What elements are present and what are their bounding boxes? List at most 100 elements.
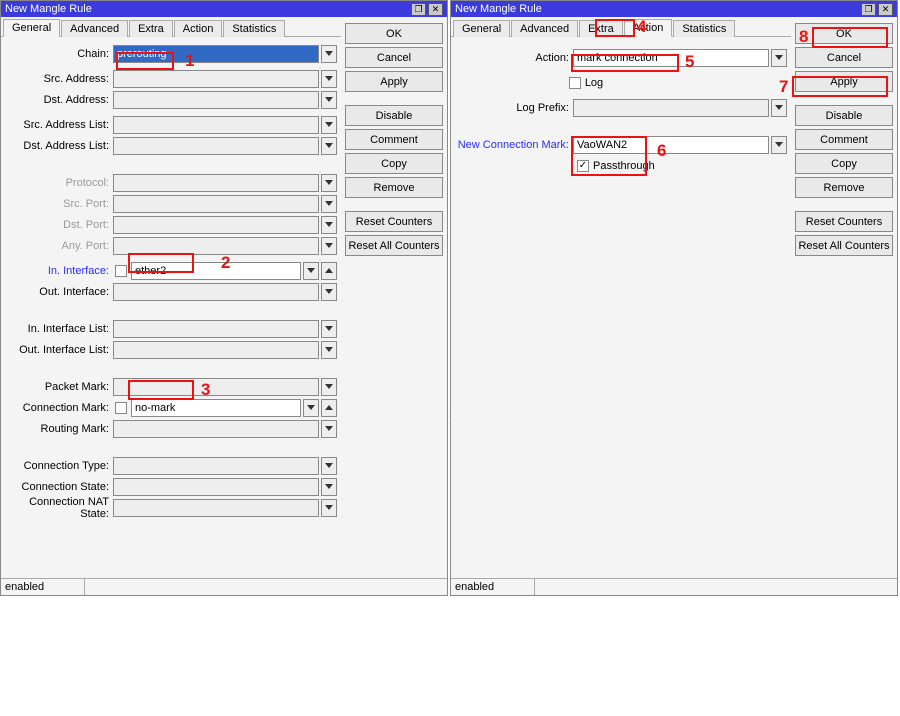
tab-general[interactable]: General (3, 19, 60, 37)
new-connection-mark-dropdown[interactable] (771, 136, 787, 154)
tab-action[interactable]: Action (174, 20, 223, 37)
in-interface-collapse[interactable] (321, 262, 337, 280)
reset-all-counters-button[interactable]: Reset All Counters (345, 235, 443, 256)
label-connection-mark: Connection Mark: (5, 402, 113, 414)
titlebar[interactable]: New Mangle Rule ❐ ✕ (451, 1, 897, 17)
tab-statistics[interactable]: Statistics (223, 20, 285, 37)
log-checkbox[interactable] (569, 77, 581, 89)
label-action: Action: (455, 52, 573, 64)
connection-state-expand[interactable] (321, 478, 337, 496)
label-connection-type: Connection Type: (5, 460, 113, 472)
connection-mark-collapse[interactable] (321, 399, 337, 417)
connection-mark-dropdown[interactable] (303, 399, 319, 417)
in-interface-dropdown[interactable] (303, 262, 319, 280)
dst-port-expand[interactable] (321, 216, 337, 234)
protocol-expand[interactable] (321, 174, 337, 192)
label-packet-mark: Packet Mark: (5, 381, 113, 393)
tab-advanced[interactable]: Advanced (511, 20, 578, 37)
label-out-interface-list: Out. Interface List: (5, 344, 113, 356)
reset-all-counters-button[interactable]: Reset All Counters (795, 235, 893, 256)
connection-nat-state-expand[interactable] (321, 499, 337, 517)
close-button[interactable]: ✕ (428, 3, 443, 16)
input-connection-nat-state[interactable] (113, 499, 319, 517)
input-chain[interactable]: prerouting (113, 45, 319, 63)
connection-type-expand[interactable] (321, 457, 337, 475)
restore-button[interactable]: ❐ (861, 3, 876, 16)
out-interface-list-expand[interactable] (321, 341, 337, 359)
tab-general[interactable]: General (453, 20, 510, 37)
tabs: General Advanced Extra Action Statistics (1, 17, 341, 37)
tab-extra[interactable]: Extra (129, 20, 173, 37)
comment-button[interactable]: Comment (345, 129, 443, 150)
input-in-interface[interactable]: ether2 (131, 262, 301, 280)
any-port-expand[interactable] (321, 237, 337, 255)
ok-button[interactable]: OK (795, 23, 893, 44)
input-new-connection-mark[interactable]: VaoWAN2 (573, 136, 769, 154)
input-connection-state[interactable] (113, 478, 319, 496)
form-general: Chain: prerouting Src. Address: Dst. Add… (1, 37, 341, 578)
input-in-interface-list[interactable] (113, 320, 319, 338)
action-dropdown[interactable] (771, 49, 787, 67)
disable-button[interactable]: Disable (345, 105, 443, 126)
reset-counters-button[interactable]: Reset Counters (345, 211, 443, 232)
src-port-expand[interactable] (321, 195, 337, 213)
tab-statistics[interactable]: Statistics (673, 20, 735, 37)
cancel-button[interactable]: Cancel (795, 47, 893, 68)
ok-button[interactable]: OK (345, 23, 443, 44)
form-action: Action: mark connection Log Log Prefix: … (451, 37, 791, 578)
input-protocol[interactable] (113, 174, 319, 192)
reset-counters-button[interactable]: Reset Counters (795, 211, 893, 232)
out-interface-expand[interactable] (321, 283, 337, 301)
input-src-address[interactable] (113, 70, 319, 88)
in-interface-negate[interactable] (115, 265, 127, 277)
src-address-list-expand[interactable] (321, 116, 337, 134)
tabs: General Advanced Extra Action Statistics (451, 17, 791, 37)
connection-mark-negate[interactable] (115, 402, 127, 414)
remove-button[interactable]: Remove (345, 177, 443, 198)
cancel-button[interactable]: Cancel (345, 47, 443, 68)
copy-button[interactable]: Copy (795, 153, 893, 174)
label-routing-mark: Routing Mark: (5, 423, 113, 435)
chain-dropdown-button[interactable] (321, 45, 337, 63)
input-log-prefix[interactable] (573, 99, 769, 117)
packet-mark-expand[interactable] (321, 378, 337, 396)
input-out-interface[interactable] (113, 283, 319, 301)
comment-button[interactable]: Comment (795, 129, 893, 150)
window-title: New Mangle Rule (455, 3, 542, 15)
input-dst-address[interactable] (113, 91, 319, 109)
dst-address-expand[interactable] (321, 91, 337, 109)
label-dst-address: Dst. Address: (5, 94, 113, 106)
copy-button[interactable]: Copy (345, 153, 443, 174)
input-routing-mark[interactable] (113, 420, 319, 438)
label-connection-nat-state: Connection NAT State: (5, 496, 113, 520)
dst-address-list-expand[interactable] (321, 137, 337, 155)
tab-action[interactable]: Action (624, 19, 673, 37)
apply-button[interactable]: Apply (345, 71, 443, 92)
input-connection-mark[interactable]: no-mark (131, 399, 301, 417)
log-prefix-expand[interactable] (771, 99, 787, 117)
tab-extra[interactable]: Extra (579, 20, 623, 37)
input-dst-address-list[interactable] (113, 137, 319, 155)
close-button[interactable]: ✕ (878, 3, 893, 16)
label-any-port: Any. Port: (5, 240, 113, 252)
label-log: Log (585, 77, 603, 89)
in-interface-list-expand[interactable] (321, 320, 337, 338)
input-src-address-list[interactable] (113, 116, 319, 134)
remove-button[interactable]: Remove (795, 177, 893, 198)
src-address-expand[interactable] (321, 70, 337, 88)
input-connection-type[interactable] (113, 457, 319, 475)
titlebar[interactable]: New Mangle Rule ❐ ✕ (1, 1, 447, 17)
label-src-address-list: Src. Address List: (5, 119, 113, 131)
input-out-interface-list[interactable] (113, 341, 319, 359)
disable-button[interactable]: Disable (795, 105, 893, 126)
passthrough-checkbox[interactable]: ✓ (577, 160, 589, 172)
input-src-port (113, 195, 319, 213)
input-packet-mark[interactable] (113, 378, 319, 396)
apply-button[interactable]: Apply (795, 71, 893, 92)
input-dst-port (113, 216, 319, 234)
tab-advanced[interactable]: Advanced (61, 20, 128, 37)
label-passthrough: Passthrough (593, 160, 655, 172)
input-action[interactable]: mark connection (573, 49, 769, 67)
restore-button[interactable]: ❐ (411, 3, 426, 16)
routing-mark-expand[interactable] (321, 420, 337, 438)
